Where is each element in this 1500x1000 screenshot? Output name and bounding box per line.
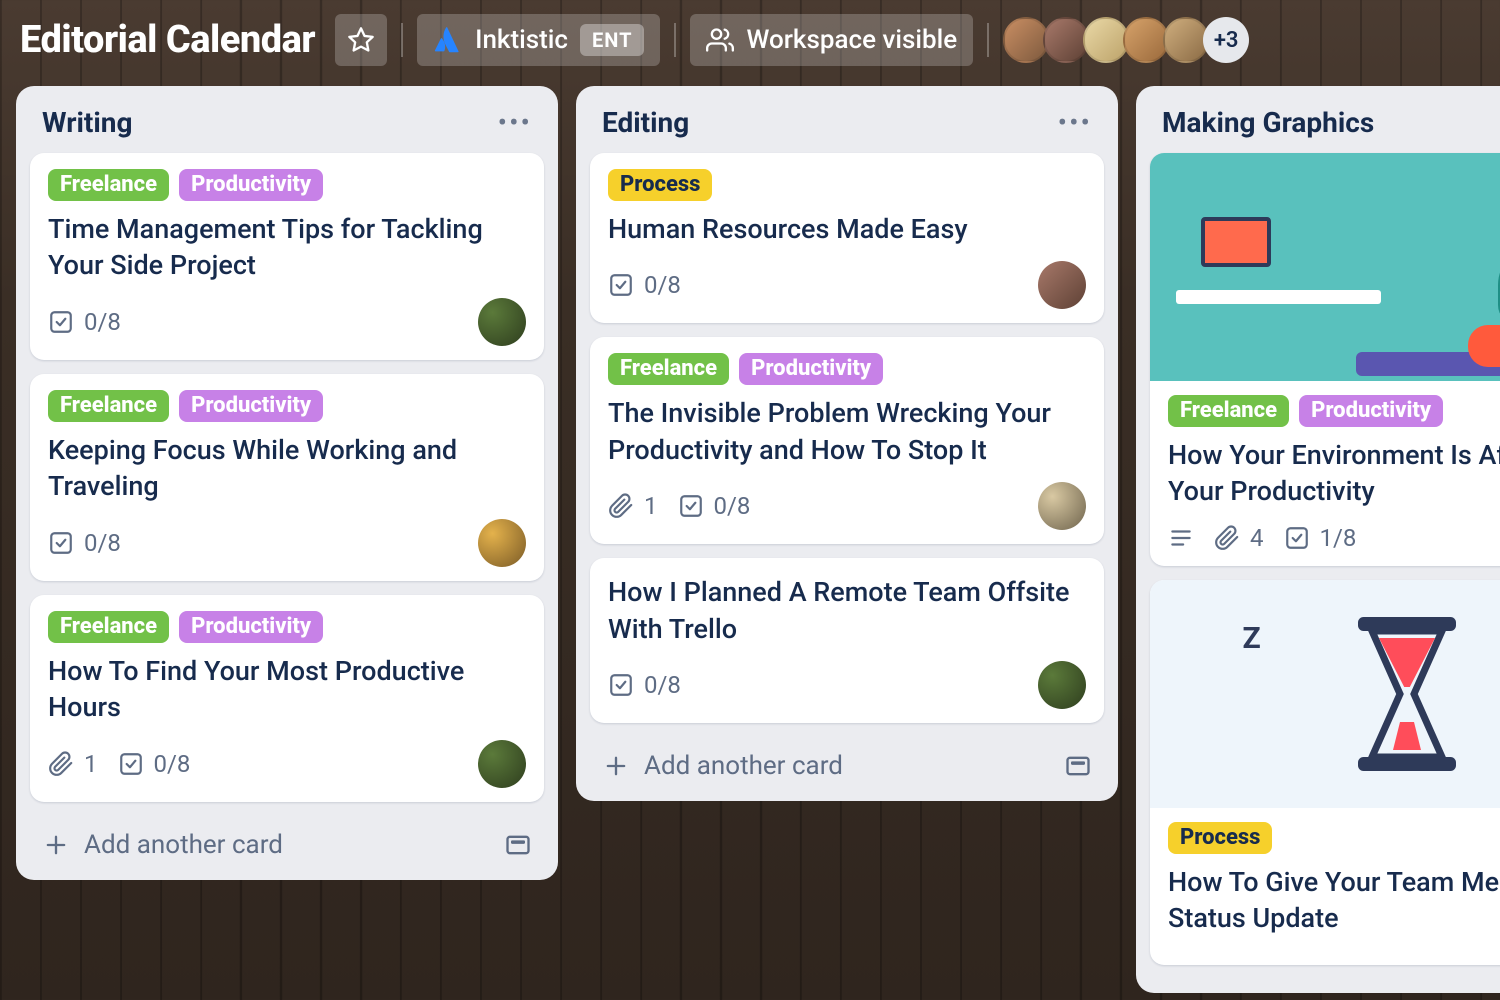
card[interactable]: Freelance Productivity Time Management T… bbox=[30, 153, 544, 360]
list-editing: Editing ••• Process Human Resources Made… bbox=[576, 86, 1118, 801]
paperclip-icon bbox=[608, 493, 634, 519]
checklist-badge: 0/8 bbox=[678, 492, 751, 520]
add-card-button[interactable]: Add another card bbox=[42, 830, 283, 860]
workspace-button[interactable]: Inktistic ENT bbox=[417, 14, 660, 66]
card[interactable]: How I Planned A Remote Team Offsite With… bbox=[590, 558, 1104, 723]
template-icon bbox=[504, 831, 532, 859]
template-icon bbox=[1064, 752, 1092, 780]
card[interactable]: Freelance Productivity How To Find Your … bbox=[30, 595, 544, 802]
board-title[interactable]: Editorial Calendar bbox=[20, 18, 321, 62]
description-badge bbox=[1168, 525, 1194, 551]
card-member-avatar[interactable] bbox=[478, 519, 526, 567]
list-menu-button[interactable]: ••• bbox=[498, 106, 532, 139]
attachment-badge: 1 bbox=[608, 492, 658, 520]
hourglass-icon bbox=[1337, 609, 1477, 779]
card-title: Human Resources Made Easy bbox=[608, 211, 1086, 247]
checklist-icon bbox=[118, 751, 144, 777]
checklist-icon bbox=[48, 309, 74, 335]
card-title: How To Give Your Team Meaningful Status … bbox=[1168, 864, 1500, 937]
card-member-avatar[interactable] bbox=[1038, 261, 1086, 309]
attachment-badge: 4 bbox=[1214, 524, 1264, 552]
card-cover: Z Z bbox=[1150, 580, 1500, 808]
checklist-badge: 0/8 bbox=[608, 271, 681, 299]
card-member-avatar[interactable] bbox=[1038, 661, 1086, 709]
label[interactable]: Freelance bbox=[1168, 395, 1289, 427]
list-title[interactable]: Writing bbox=[42, 106, 132, 139]
card[interactable]: Freelance Productivity The Invisible Pro… bbox=[590, 337, 1104, 544]
card-title: How Your Environment Is Affecting Your P… bbox=[1168, 437, 1500, 510]
list-title[interactable]: Making Graphics bbox=[1162, 106, 1374, 139]
label[interactable]: Process bbox=[608, 169, 712, 201]
label[interactable]: Productivity bbox=[179, 390, 323, 422]
paperclip-icon bbox=[1214, 525, 1240, 551]
separator bbox=[401, 23, 403, 57]
checklist-icon bbox=[678, 493, 704, 519]
card-template-button[interactable] bbox=[1064, 752, 1092, 780]
label[interactable]: Freelance bbox=[48, 390, 169, 422]
member-stack[interactable]: +3 bbox=[1003, 17, 1249, 63]
checklist-icon bbox=[608, 672, 634, 698]
card-member-avatar[interactable] bbox=[1038, 482, 1086, 530]
atlassian-icon bbox=[433, 25, 463, 55]
checklist-badge: 1/8 bbox=[1284, 524, 1357, 552]
checklist-badge: 0/8 bbox=[118, 750, 191, 778]
list-writing: Writing ••• Freelance Productivity Time … bbox=[16, 86, 558, 880]
label[interactable]: Productivity bbox=[739, 353, 883, 385]
card-title: Keeping Focus While Working and Travelin… bbox=[48, 432, 526, 505]
visibility-label: Workspace visible bbox=[746, 25, 957, 55]
add-card-button[interactable]: Add another card bbox=[602, 751, 843, 781]
visibility-button[interactable]: Workspace visible bbox=[690, 14, 973, 66]
card-member-avatar[interactable] bbox=[478, 740, 526, 788]
separator bbox=[674, 23, 676, 57]
card[interactable]: Z Z Process How To Give Your Team Meanin… bbox=[1150, 580, 1500, 965]
attachment-badge: 1 bbox=[48, 750, 98, 778]
checklist-badge: 0/8 bbox=[48, 308, 121, 336]
list-menu-button[interactable]: ••• bbox=[1058, 106, 1092, 139]
plus-icon bbox=[602, 752, 630, 780]
label[interactable]: Productivity bbox=[179, 611, 323, 643]
card-cover bbox=[1150, 153, 1500, 381]
checklist-badge: 0/8 bbox=[48, 529, 121, 557]
card-title: Time Management Tips for Tackling Your S… bbox=[48, 211, 526, 284]
card-title: The Invisible Problem Wrecking Your Prod… bbox=[608, 395, 1086, 468]
card-template-button[interactable] bbox=[504, 831, 532, 859]
star-button[interactable] bbox=[335, 14, 387, 66]
workspace-badge: ENT bbox=[580, 24, 644, 56]
label[interactable]: Process bbox=[1168, 822, 1272, 854]
star-icon bbox=[347, 26, 375, 54]
checklist-icon bbox=[608, 272, 634, 298]
label[interactable]: Freelance bbox=[48, 611, 169, 643]
description-icon bbox=[1168, 525, 1194, 551]
label[interactable]: Productivity bbox=[1299, 395, 1443, 427]
list-title[interactable]: Editing bbox=[602, 106, 689, 139]
card[interactable]: Freelance Productivity How Your Environm… bbox=[1150, 153, 1500, 566]
card-title: How To Find Your Most Productive Hours bbox=[48, 653, 526, 726]
checklist-badge: 0/8 bbox=[608, 671, 681, 699]
card-member-avatar[interactable] bbox=[478, 298, 526, 346]
checklist-icon bbox=[48, 530, 74, 556]
card-title: How I Planned A Remote Team Offsite With… bbox=[608, 574, 1086, 647]
label[interactable]: Freelance bbox=[48, 169, 169, 201]
separator bbox=[987, 23, 989, 57]
checklist-icon bbox=[1284, 525, 1310, 551]
workspace-name: Inktistic bbox=[475, 25, 568, 55]
board: Writing ••• Freelance Productivity Time … bbox=[0, 86, 1500, 993]
paperclip-icon bbox=[48, 751, 74, 777]
plus-icon bbox=[42, 831, 70, 859]
label[interactable]: Productivity bbox=[179, 169, 323, 201]
people-icon bbox=[706, 26, 734, 54]
label[interactable]: Freelance bbox=[608, 353, 729, 385]
board-header: Editorial Calendar Inktistic ENT Workspa… bbox=[0, 0, 1500, 86]
list-making-graphics: Making Graphics Freelance Productivity H… bbox=[1136, 86, 1500, 993]
member-overflow[interactable]: +3 bbox=[1203, 17, 1249, 63]
card[interactable]: Freelance Productivity Keeping Focus Whi… bbox=[30, 374, 544, 581]
card[interactable]: Process Human Resources Made Easy 0/8 bbox=[590, 153, 1104, 323]
